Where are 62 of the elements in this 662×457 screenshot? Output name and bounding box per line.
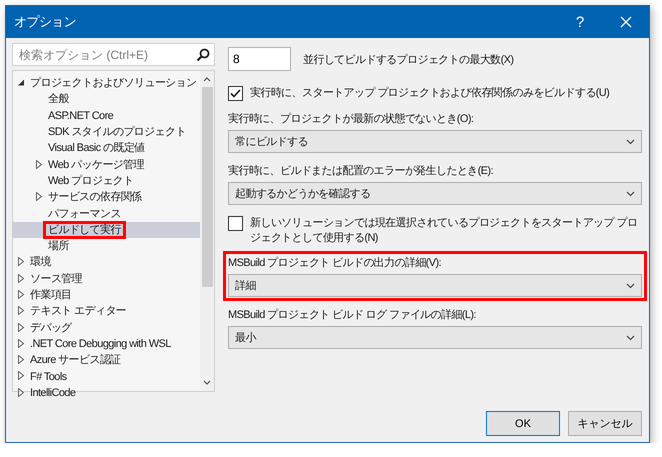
scroll-up-icon[interactable] (203, 75, 211, 83)
chevron-down-icon (626, 138, 635, 144)
dropdown[interactable]: 常にビルドする (228, 130, 642, 153)
dialog-button[interactable]: キャンセル (568, 411, 642, 436)
tree-item[interactable]: SDK スタイルのプロジェクト (13, 124, 200, 140)
collapsed-triangle-icon[interactable] (17, 257, 25, 266)
scroll-down-icon[interactable] (203, 379, 211, 387)
field-label: MSBuild プロジェクト ビルドの出力の詳細(V): (228, 256, 442, 270)
collapsed-triangle-icon[interactable] (17, 338, 25, 348)
field-label: 実行時に、ビルドまたは配置のエラーが発生したとき(E): (228, 164, 494, 178)
number-field[interactable]: 8 (228, 47, 291, 71)
tree-item[interactable]: 全般 (13, 91, 200, 108)
tree-item[interactable]: プロジェクトおよびソリューション (13, 75, 200, 92)
field-label: 並行してビルドするプロジェクトの最大数(X) (303, 52, 514, 66)
chevron-down-icon (626, 282, 635, 288)
tree-item[interactable]: Azure サービス認証 (13, 352, 200, 368)
tree-item[interactable]: F# Tools (13, 368, 200, 385)
close-icon (620, 16, 632, 28)
checkbox[interactable] (228, 216, 243, 231)
tree-item[interactable]: ASP.NET Core (13, 108, 200, 124)
field-label: MSBuild プロジェクト ビルド ログ ファイルの詳細(L): (228, 308, 477, 322)
checkmark-icon (230, 89, 241, 98)
help-button[interactable]: ? (557, 6, 603, 38)
tree-item[interactable]: サービスの依存関係 (13, 189, 200, 206)
field-label: 実行時に、プロジェクトが最新の状態でないとき(O): (228, 112, 474, 126)
scrollbar[interactable] (200, 71, 214, 391)
checkbox[interactable] (228, 86, 243, 101)
collapsed-triangle-icon[interactable] (35, 192, 43, 202)
window-title: オプション (14, 13, 78, 31)
collapsed-triangle-icon[interactable] (17, 306, 25, 316)
dropdown[interactable]: 起動するかどうかを確認する (228, 182, 642, 205)
collapsed-triangle-icon[interactable] (17, 355, 25, 364)
tree-item[interactable]: Web パッケージ管理 (13, 156, 200, 173)
collapsed-triangle-icon[interactable] (17, 290, 25, 299)
dropdown[interactable]: 最小 (228, 326, 642, 349)
collapsed-triangle-icon[interactable] (17, 388, 25, 397)
chevron-down-icon (626, 190, 635, 196)
search-field[interactable]: 検索オプション (Ctrl+E) (12, 43, 215, 66)
collapsed-triangle-icon[interactable] (17, 371, 25, 380)
checkbox-label: 新しいソリューションでは現在選択されているプロジェクトをスタートアップ プロジェクトとして使用する(N) (250, 216, 638, 245)
expanded-triangle-icon[interactable] (17, 78, 25, 88)
tree-item[interactable]: ソース管理 (13, 270, 200, 287)
tree-item[interactable]: ビルドして実行 (13, 222, 200, 238)
tree-item[interactable]: IntelliCode (13, 384, 200, 401)
collapsed-triangle-icon[interactable] (35, 160, 43, 169)
tree-item[interactable]: 環境 (13, 254, 200, 271)
scroll-thumb[interactable] (202, 87, 212, 287)
collapsed-triangle-icon[interactable] (17, 274, 25, 283)
tree-item[interactable]: デバッグ (13, 319, 200, 336)
chevron-down-icon (626, 334, 635, 340)
collapsed-triangle-icon[interactable] (17, 322, 25, 332)
dropdown[interactable]: 詳細 (228, 274, 642, 297)
tree-item[interactable]: Visual Basic の既定値 (13, 140, 200, 156)
search-icon (196, 48, 210, 62)
tree-item[interactable]: テキスト エディター (13, 303, 200, 320)
tree-item[interactable]: .NET Core Debugging with WSL (13, 336, 200, 352)
tree-item[interactable]: Web プロジェクト (13, 172, 200, 190)
checkbox-label: 実行時に、スタートアップ プロジェクトおよび依存関係のみをビルドする(U) (250, 86, 610, 100)
tree-item[interactable]: 作業項目 (13, 286, 200, 304)
dialog-button[interactable]: OK (486, 411, 560, 436)
tree-item[interactable]: パフォーマンス (13, 205, 200, 222)
tree-item[interactable]: 場所 (13, 238, 200, 254)
